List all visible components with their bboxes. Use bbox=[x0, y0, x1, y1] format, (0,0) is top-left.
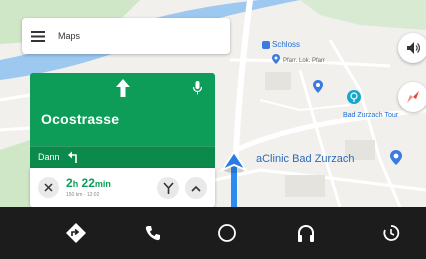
eta-hours-unit: h bbox=[72, 179, 79, 189]
app-title: Maps bbox=[58, 31, 81, 41]
close-icon bbox=[44, 183, 53, 192]
menu-button[interactable] bbox=[22, 18, 54, 54]
phone-icon bbox=[145, 226, 160, 241]
phone-button[interactable] bbox=[139, 219, 167, 247]
mic-icon[interactable] bbox=[193, 81, 202, 95]
route-options-icon bbox=[162, 182, 174, 194]
eta-card: 2h 22min 150 km · 12:02 bbox=[30, 168, 215, 207]
eta-hours: 2 bbox=[66, 176, 73, 190]
then-label: Dann bbox=[38, 152, 60, 162]
museum-icon bbox=[262, 40, 270, 49]
navigation-icon bbox=[66, 223, 86, 243]
map-label-schloss[interactable]: Schloss bbox=[262, 40, 300, 49]
current-location-icon bbox=[219, 150, 249, 173]
menu-icon bbox=[31, 30, 45, 42]
navigation-button[interactable] bbox=[62, 219, 90, 247]
location-pin-icon[interactable] bbox=[313, 80, 323, 93]
top-bar: Maps bbox=[22, 18, 230, 54]
home-button[interactable] bbox=[213, 219, 241, 247]
compass-button[interactable] bbox=[398, 82, 426, 112]
music-button[interactable] bbox=[292, 219, 320, 247]
navigation-card[interactable]: Ocostrasse Dann bbox=[30, 73, 215, 169]
chevron-up-icon bbox=[191, 185, 201, 192]
notifications-button[interactable] bbox=[377, 219, 405, 247]
map-label-bad-zurzach[interactable]: Bad Zurzach Tour bbox=[343, 112, 398, 119]
straight-arrow-icon bbox=[116, 79, 130, 97]
recent-icon bbox=[383, 225, 400, 241]
clinic-pin-icon[interactable] bbox=[390, 150, 402, 165]
map-label-clinic[interactable]: aClinic Bad Zurzach bbox=[256, 153, 354, 165]
eta-minutes-unit: min bbox=[94, 179, 111, 189]
turn-left-icon bbox=[68, 151, 77, 163]
expand-button[interactable] bbox=[185, 177, 207, 199]
volume-button[interactable] bbox=[398, 33, 426, 63]
volume-icon bbox=[406, 42, 420, 54]
headphones-icon bbox=[298, 224, 314, 242]
then-instruction: Dann bbox=[30, 146, 215, 169]
compass-icon bbox=[407, 91, 419, 103]
route-options-button[interactable] bbox=[157, 177, 179, 199]
eta-detail: 150 km · 12:02 bbox=[66, 192, 100, 198]
eta-minutes: 22 bbox=[81, 176, 95, 190]
android-auto-screen: Schloss Pfarr. Lok. Pfarr Bad Zurzach To… bbox=[0, 0, 426, 259]
poi-pin-icon[interactable] bbox=[272, 54, 280, 64]
home-icon bbox=[218, 224, 236, 242]
bus-stop-icon[interactable] bbox=[347, 90, 361, 104]
eta-duration: 2h 22min bbox=[66, 176, 111, 190]
street-name: Ocostrasse bbox=[41, 111, 120, 127]
map-label-hotel[interactable]: Pfarr. Lok. Pfarr bbox=[283, 58, 325, 64]
bottom-bar bbox=[0, 207, 426, 259]
close-button[interactable] bbox=[38, 177, 59, 198]
